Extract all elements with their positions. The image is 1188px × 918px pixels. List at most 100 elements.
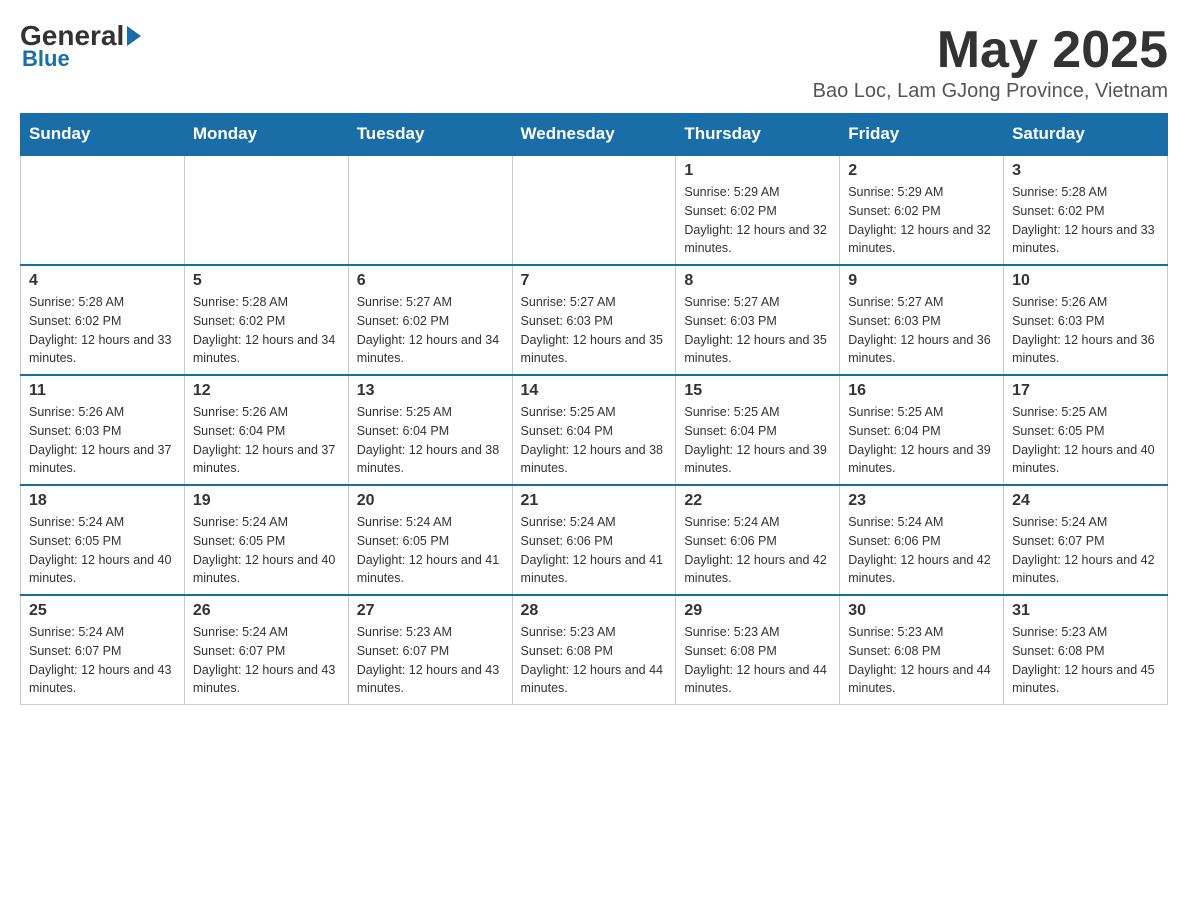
day-info: Sunrise: 5:23 AMSunset: 6:07 PMDaylight:…: [357, 623, 504, 698]
day-number: 20: [357, 492, 504, 510]
day-number: 3: [1012, 162, 1159, 180]
day-number: 19: [193, 492, 340, 510]
calendar-cell: 18Sunrise: 5:24 AMSunset: 6:05 PMDayligh…: [21, 485, 185, 595]
day-info: Sunrise: 5:24 AMSunset: 6:05 PMDaylight:…: [357, 513, 504, 588]
col-wednesday: Wednesday: [512, 114, 676, 156]
day-info: Sunrise: 5:23 AMSunset: 6:08 PMDaylight:…: [684, 623, 831, 698]
day-number: 27: [357, 602, 504, 620]
day-number: 1: [684, 162, 831, 180]
logo: General Blue: [20, 20, 144, 72]
day-number: 31: [1012, 602, 1159, 620]
day-info: Sunrise: 5:24 AMSunset: 6:07 PMDaylight:…: [193, 623, 340, 698]
calendar-cell: 2Sunrise: 5:29 AMSunset: 6:02 PMDaylight…: [840, 155, 1004, 265]
calendar-cell: 5 Sunrise: 5:28 AMSunset: 6:02 PMDaylight…: [184, 265, 348, 375]
day-number: 15: [684, 382, 831, 400]
day-number: 7: [521, 272, 668, 290]
day-info: Sunrise: 5:25 AMSunset: 6:04 PMDaylight:…: [684, 403, 831, 478]
day-number: 11: [29, 382, 176, 400]
day-info: Sunrise: 5:27 AMSunset: 6:03 PMDaylight:…: [521, 293, 668, 368]
calendar-cell: 12Sunrise: 5:26 AMSunset: 6:04 PMDayligh…: [184, 375, 348, 485]
calendar-cell: 13 Sunrise: 5:25 AMSunset: 6:04 PMDayligh…: [348, 375, 512, 485]
calendar-cell: 7 Sunrise: 5:27 AMSunset: 6:03 PMDaylight…: [512, 265, 676, 375]
calendar-cell: 4Sunrise: 5:28 AMSunset: 6:02 PMDaylight…: [21, 265, 185, 375]
day-info: Sunrise: 5:24 AMSunset: 6:07 PMDaylight:…: [1012, 513, 1159, 588]
calendar-cell: 26 Sunrise: 5:24 AMSunset: 6:07 PMDayligh…: [184, 595, 348, 705]
day-number: 4: [29, 272, 176, 290]
calendar-cell: 8 Sunrise: 5:27 AMSunset: 6:03 PMDaylight…: [676, 265, 840, 375]
calendar-week-5: 25 Sunrise: 5:24 AMSunset: 6:07 PMDayligh…: [21, 595, 1168, 705]
day-info: Sunrise: 5:27 AMSunset: 6:03 PMDaylight:…: [684, 293, 831, 368]
day-number: 5: [193, 272, 340, 290]
day-number: 24: [1012, 492, 1159, 510]
day-number: 6: [357, 272, 504, 290]
title-block: May 2025 Bao Loc, Lam GJong Province, Vi…: [813, 20, 1168, 103]
day-info: Sunrise: 5:27 AMSunset: 6:02 PMDaylight:…: [357, 293, 504, 368]
day-number: 30: [848, 602, 995, 620]
calendar-cell: 19 Sunrise: 5:24 AMSunset: 6:05 PMDayligh…: [184, 485, 348, 595]
calendar-cell: 30 Sunrise: 5:23 AMSunset: 6:08 PMDayligh…: [840, 595, 1004, 705]
day-number: 28: [521, 602, 668, 620]
calendar-cell: 28 Sunrise: 5:23 AMSunset: 6:08 PMDayligh…: [512, 595, 676, 705]
calendar-cell: 21 Sunrise: 5:24 AMSunset: 6:06 PMDayligh…: [512, 485, 676, 595]
col-friday: Friday: [840, 114, 1004, 156]
day-number: 9: [848, 272, 995, 290]
day-info: Sunrise: 5:25 AMSunset: 6:04 PMDaylight:…: [357, 403, 504, 478]
col-tuesday: Tuesday: [348, 114, 512, 156]
day-info: Sunrise: 5:25 AMSunset: 6:04 PMDaylight:…: [521, 403, 668, 478]
day-number: 14: [521, 382, 668, 400]
logo-arrow-icon: [127, 26, 141, 46]
day-info: Sunrise: 5:25 AMSunset: 6:04 PMDaylight:…: [848, 403, 995, 478]
calendar-cell: 9 Sunrise: 5:27 AMSunset: 6:03 PMDaylight…: [840, 265, 1004, 375]
day-info: Sunrise: 5:24 AMSunset: 6:05 PMDaylight:…: [193, 513, 340, 588]
day-info: Sunrise: 5:23 AMSunset: 6:08 PMDaylight:…: [521, 623, 668, 698]
calendar-cell: 23Sunrise: 5:24 AMSunset: 6:06 PMDayligh…: [840, 485, 1004, 595]
day-number: 13: [357, 382, 504, 400]
day-number: 10: [1012, 272, 1159, 290]
calendar-cell: 31 Sunrise: 5:23 AMSunset: 6:08 PMDayligh…: [1004, 595, 1168, 705]
location-title: Bao Loc, Lam GJong Province, Vietnam: [813, 80, 1168, 103]
col-thursday: Thursday: [676, 114, 840, 156]
day-number: 25: [29, 602, 176, 620]
day-number: 2: [848, 162, 995, 180]
calendar-cell: 3 Sunrise: 5:28 AMSunset: 6:02 PMDaylight…: [1004, 155, 1168, 265]
month-title: May 2025: [813, 20, 1168, 80]
logo-blue-label: Blue: [22, 46, 70, 71]
calendar-cell: 14 Sunrise: 5:25 AMSunset: 6:04 PMDayligh…: [512, 375, 676, 485]
col-sunday: Sunday: [21, 114, 185, 156]
day-info: Sunrise: 5:24 AMSunset: 6:06 PMDaylight:…: [521, 513, 668, 588]
calendar-cell: 1 Sunrise: 5:29 AMSunset: 6:02 PMDaylight…: [676, 155, 840, 265]
calendar-week-3: 11 Sunrise: 5:26 AMSunset: 6:03 PMDayligh…: [21, 375, 1168, 485]
calendar-cell: 20 Sunrise: 5:24 AMSunset: 6:05 PMDayligh…: [348, 485, 512, 595]
day-info: Sunrise: 5:26 AMSunset: 6:03 PMDaylight:…: [1012, 293, 1159, 368]
day-info: Sunrise: 5:28 AMSunset: 6:02 PMDaylight:…: [193, 293, 340, 368]
day-info: Sunrise: 5:23 AMSunset: 6:08 PMDaylight:…: [848, 623, 995, 698]
day-number: 21: [521, 492, 668, 510]
calendar-week-4: 18Sunrise: 5:24 AMSunset: 6:05 PMDayligh…: [21, 485, 1168, 595]
day-number: 12: [193, 382, 340, 400]
calendar-cell: 25 Sunrise: 5:24 AMSunset: 6:07 PMDayligh…: [21, 595, 185, 705]
calendar-cell: [21, 155, 185, 265]
day-info: Sunrise: 5:29 AMSunset: 6:02 PMDaylight:…: [684, 183, 831, 258]
calendar-cell: 27 Sunrise: 5:23 AMSunset: 6:07 PMDayligh…: [348, 595, 512, 705]
day-info: Sunrise: 5:23 AMSunset: 6:08 PMDaylight:…: [1012, 623, 1159, 698]
calendar-cell: 10 Sunrise: 5:26 AMSunset: 6:03 PMDayligh…: [1004, 265, 1168, 375]
day-number: 26: [193, 602, 340, 620]
calendar-cell: 22Sunrise: 5:24 AMSunset: 6:06 PMDayligh…: [676, 485, 840, 595]
calendar-cell: 29Sunrise: 5:23 AMSunset: 6:08 PMDayligh…: [676, 595, 840, 705]
calendar-cell: 17Sunrise: 5:25 AMSunset: 6:05 PMDayligh…: [1004, 375, 1168, 485]
calendar-cell: [184, 155, 348, 265]
calendar-table: Sunday Monday Tuesday Wednesday Thursday…: [20, 113, 1168, 705]
day-info: Sunrise: 5:27 AMSunset: 6:03 PMDaylight:…: [848, 293, 995, 368]
day-number: 8: [684, 272, 831, 290]
calendar-week-2: 4 Sunrise: 5:28 AMSunset: 6:02 PMDaylight…: [21, 265, 1168, 375]
day-info: Sunrise: 5:24 AMSunset: 6:06 PMDaylight:…: [848, 513, 995, 588]
calendar-cell: 16Sunrise: 5:25 AMSunset: 6:04 PMDayligh…: [840, 375, 1004, 485]
calendar-cell: 24 Sunrise: 5:24 AMSunset: 6:07 PMDayligh…: [1004, 485, 1168, 595]
day-info: Sunrise: 5:24 AMSunset: 6:06 PMDaylight:…: [684, 513, 831, 588]
day-info: Sunrise: 5:26 AMSunset: 6:03 PMDaylight:…: [29, 403, 176, 478]
day-number: 17: [1012, 382, 1159, 400]
page-header: General Blue May 2025 Bao Loc, Lam GJong…: [20, 20, 1168, 103]
day-info: Sunrise: 5:28 AMSunset: 6:02 PMDaylight:…: [1012, 183, 1159, 258]
col-saturday: Saturday: [1004, 114, 1168, 156]
day-info: Sunrise: 5:24 AMSunset: 6:07 PMDaylight:…: [29, 623, 176, 698]
